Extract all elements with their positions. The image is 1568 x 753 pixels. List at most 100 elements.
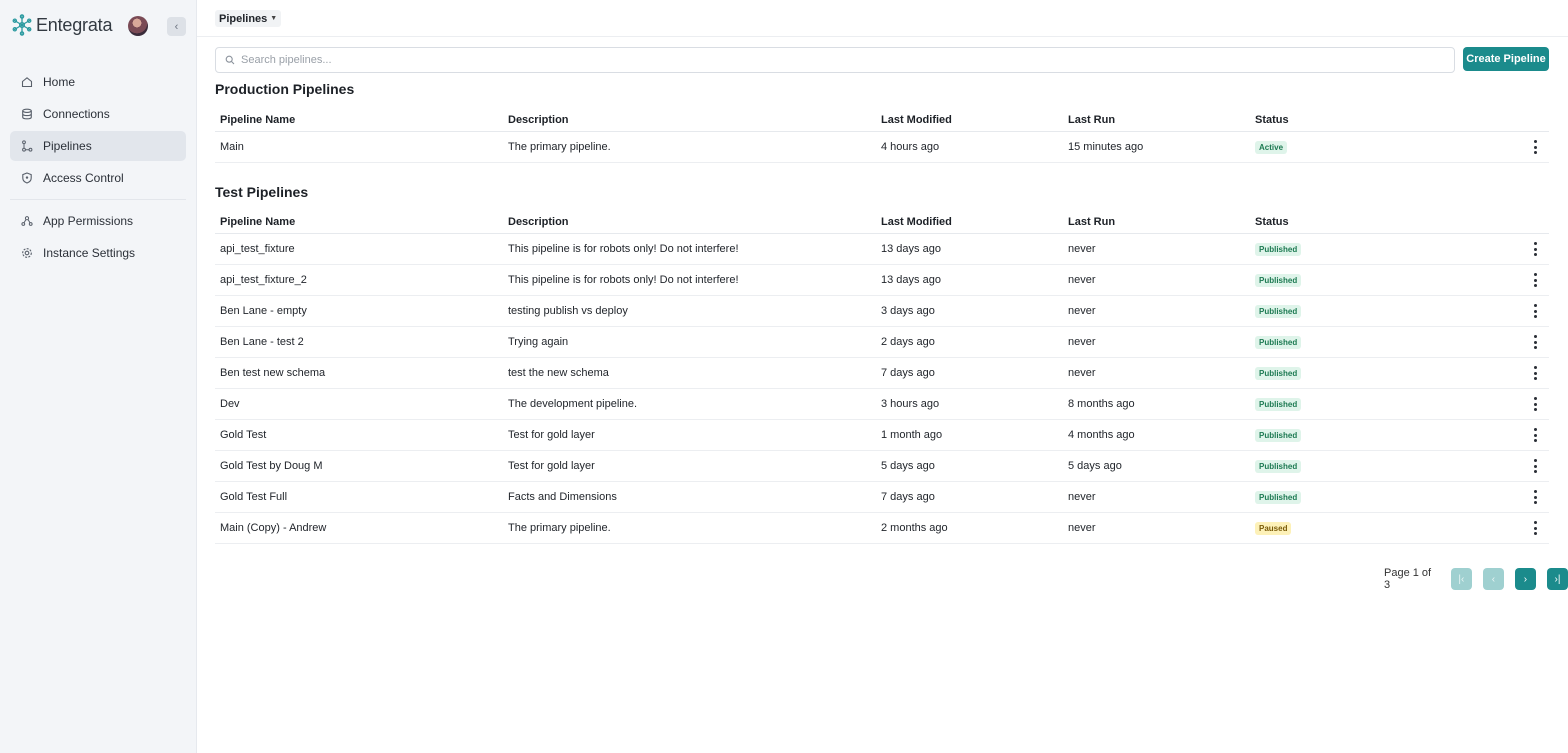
table-row[interactable]: Main (Copy) - Andrew The primary pipeline… xyxy=(215,513,1549,544)
last-modified: 4 hours ago xyxy=(881,141,940,153)
create-pipeline-button[interactable]: Create Pipeline xyxy=(1463,47,1549,71)
production-section-title: Production Pipelines xyxy=(215,81,355,97)
more-options-icon[interactable] xyxy=(1531,366,1539,380)
column-header[interactable]: Pipeline Name xyxy=(215,114,508,126)
chevron-left-icon: ‹ xyxy=(174,20,179,33)
sidebar-item-label: Connections xyxy=(43,107,110,121)
sidebar-item-connections[interactable]: Connections xyxy=(10,99,186,129)
pipeline-description: test the new schema xyxy=(508,367,609,379)
collapse-sidebar-button[interactable]: ‹ xyxy=(167,17,186,36)
pipeline-name: Main (Copy) - Andrew xyxy=(220,522,327,534)
pipeline-name: Ben test new schema xyxy=(220,367,326,379)
next-page-button[interactable]: › xyxy=(1514,568,1536,590)
last-run: 15 minutes ago xyxy=(1068,141,1144,153)
gear-icon xyxy=(21,247,33,259)
table-row[interactable]: Gold Test Full Facts and Dimensions 7 days… xyxy=(215,482,1549,513)
more-options-icon[interactable] xyxy=(1531,428,1539,442)
pipeline-description: This pipeline is for robots only! Do not… xyxy=(508,243,739,255)
last-run: never xyxy=(1068,243,1096,255)
search-icon xyxy=(225,55,235,65)
main-content: Pipelines ▼ Create Pipeline Production P… xyxy=(197,0,1568,753)
pipeline-description: testing publish vs deploy xyxy=(508,305,628,317)
status-badge: Published xyxy=(1255,304,1302,318)
top-bar: Pipelines ▼ xyxy=(197,0,1568,37)
search-box[interactable] xyxy=(215,47,1455,73)
sidebar-item-label: Instance Settings xyxy=(43,246,136,260)
column-header[interactable]: Last Modified xyxy=(881,216,1068,228)
breadcrumb-label: Pipelines xyxy=(219,12,268,25)
table-row[interactable]: Gold Test Test for gold layer 1 month ago 4… xyxy=(215,420,1549,451)
column-header[interactable]: Last Run xyxy=(1068,114,1255,126)
last-run: never xyxy=(1068,522,1096,534)
sidebar-item-access-control[interactable]: Access Control xyxy=(10,163,186,193)
more-options-icon[interactable] xyxy=(1531,521,1539,535)
chevron-left-icon: ‹ xyxy=(1491,573,1496,585)
table-row[interactable]: api_test_fixture This pipeline is for rob… xyxy=(215,234,1549,265)
sidebar-item-pipelines[interactable]: Pipelines xyxy=(10,131,186,161)
brand-name: Entegrata xyxy=(36,14,113,35)
sidebar-item-label: Access Control xyxy=(43,171,124,185)
production-table: Pipeline Name Description Last Modified … xyxy=(215,108,1549,163)
more-options-icon[interactable] xyxy=(1531,490,1539,504)
pipeline-name: api_test_fixture_2 xyxy=(220,274,307,286)
status-badge: Published xyxy=(1255,428,1302,442)
table-row[interactable]: Ben Lane - empty testing publish vs deplo… xyxy=(215,296,1549,327)
pipeline-name: Main xyxy=(220,141,244,153)
column-header[interactable]: Status xyxy=(1255,216,1495,228)
last-modified: 3 hours ago xyxy=(881,398,940,410)
sidebar: Entegrata ‹ Home Connections Pipelines A… xyxy=(0,0,197,753)
snowflake-logo-icon xyxy=(12,14,32,36)
last-modified: 1 month ago xyxy=(881,429,943,441)
first-page-button[interactable]: |‹ xyxy=(1450,568,1472,590)
more-options-icon[interactable] xyxy=(1531,242,1539,256)
more-options-icon[interactable] xyxy=(1531,140,1539,154)
last-run: never xyxy=(1068,305,1096,317)
pipeline-description: The primary pipeline. xyxy=(508,522,611,534)
avatar[interactable] xyxy=(128,16,148,36)
column-header[interactable]: Pipeline Name xyxy=(215,216,508,228)
last-run: never xyxy=(1068,274,1096,286)
breadcrumb[interactable]: Pipelines ▼ xyxy=(215,10,282,27)
brand[interactable]: Entegrata xyxy=(12,14,112,36)
search-input[interactable] xyxy=(241,54,1441,66)
more-options-icon[interactable] xyxy=(1531,335,1539,349)
more-options-icon[interactable] xyxy=(1531,273,1539,287)
column-header[interactable]: Last Modified xyxy=(881,114,1068,126)
sidebar-item-home[interactable]: Home xyxy=(10,67,186,97)
pipeline-name: Gold Test Full xyxy=(220,491,288,503)
column-header[interactable]: Status xyxy=(1255,114,1495,126)
last-modified: 13 days ago xyxy=(881,243,941,255)
column-header[interactable]: Description xyxy=(508,216,881,228)
column-header[interactable]: Last Run xyxy=(1068,216,1255,228)
last-run: 5 days ago xyxy=(1068,460,1122,472)
previous-page-button[interactable]: ‹ xyxy=(1482,568,1504,590)
test-section-title: Test Pipelines xyxy=(215,184,309,200)
table-row[interactable]: Ben test new schema test the new schema 7 … xyxy=(215,358,1549,389)
more-options-icon[interactable] xyxy=(1531,397,1539,411)
table-row[interactable]: Ben Lane - test 2 Trying again 2 days ago n… xyxy=(215,327,1549,358)
status-badge: Published xyxy=(1255,366,1302,380)
pipeline-description: Facts and Dimensions xyxy=(508,491,617,503)
more-options-icon[interactable] xyxy=(1531,304,1539,318)
more-options-icon[interactable] xyxy=(1531,459,1539,473)
table-row[interactable]: Gold Test by Doug M Test for gold layer 5 … xyxy=(215,451,1549,482)
last-modified: 2 days ago xyxy=(881,336,935,348)
table-row[interactable]: Dev The development pipeline. 3 hours ago 8… xyxy=(215,389,1549,420)
table-row[interactable]: Main The primary pipeline. 4 hours ago 1… xyxy=(215,132,1549,163)
last-modified: 7 days ago xyxy=(881,367,935,379)
page-indicator: Page 1 of 3 xyxy=(1384,567,1432,591)
status-badge: Published xyxy=(1255,397,1302,411)
last-run: never xyxy=(1068,367,1096,379)
sidebar-item-app-permissions[interactable]: App Permissions xyxy=(10,206,186,236)
pipeline-name: Gold Test by Doug M xyxy=(220,460,323,472)
last-page-icon: ›| xyxy=(1554,573,1561,585)
status-badge: Published xyxy=(1255,273,1302,287)
test-table: Pipeline Name Description Last Modified … xyxy=(215,210,1549,544)
last-page-button[interactable]: ›| xyxy=(1546,568,1568,590)
sidebar-item-instance-settings[interactable]: Instance Settings xyxy=(10,238,186,268)
table-row[interactable]: api_test_fixture_2 This pipeline is for r… xyxy=(215,265,1549,296)
column-header[interactable]: Description xyxy=(508,114,881,126)
pipeline-description: The primary pipeline. xyxy=(508,141,611,153)
status-badge: Published xyxy=(1255,490,1302,504)
pipeline-name: Gold Test xyxy=(220,429,267,441)
